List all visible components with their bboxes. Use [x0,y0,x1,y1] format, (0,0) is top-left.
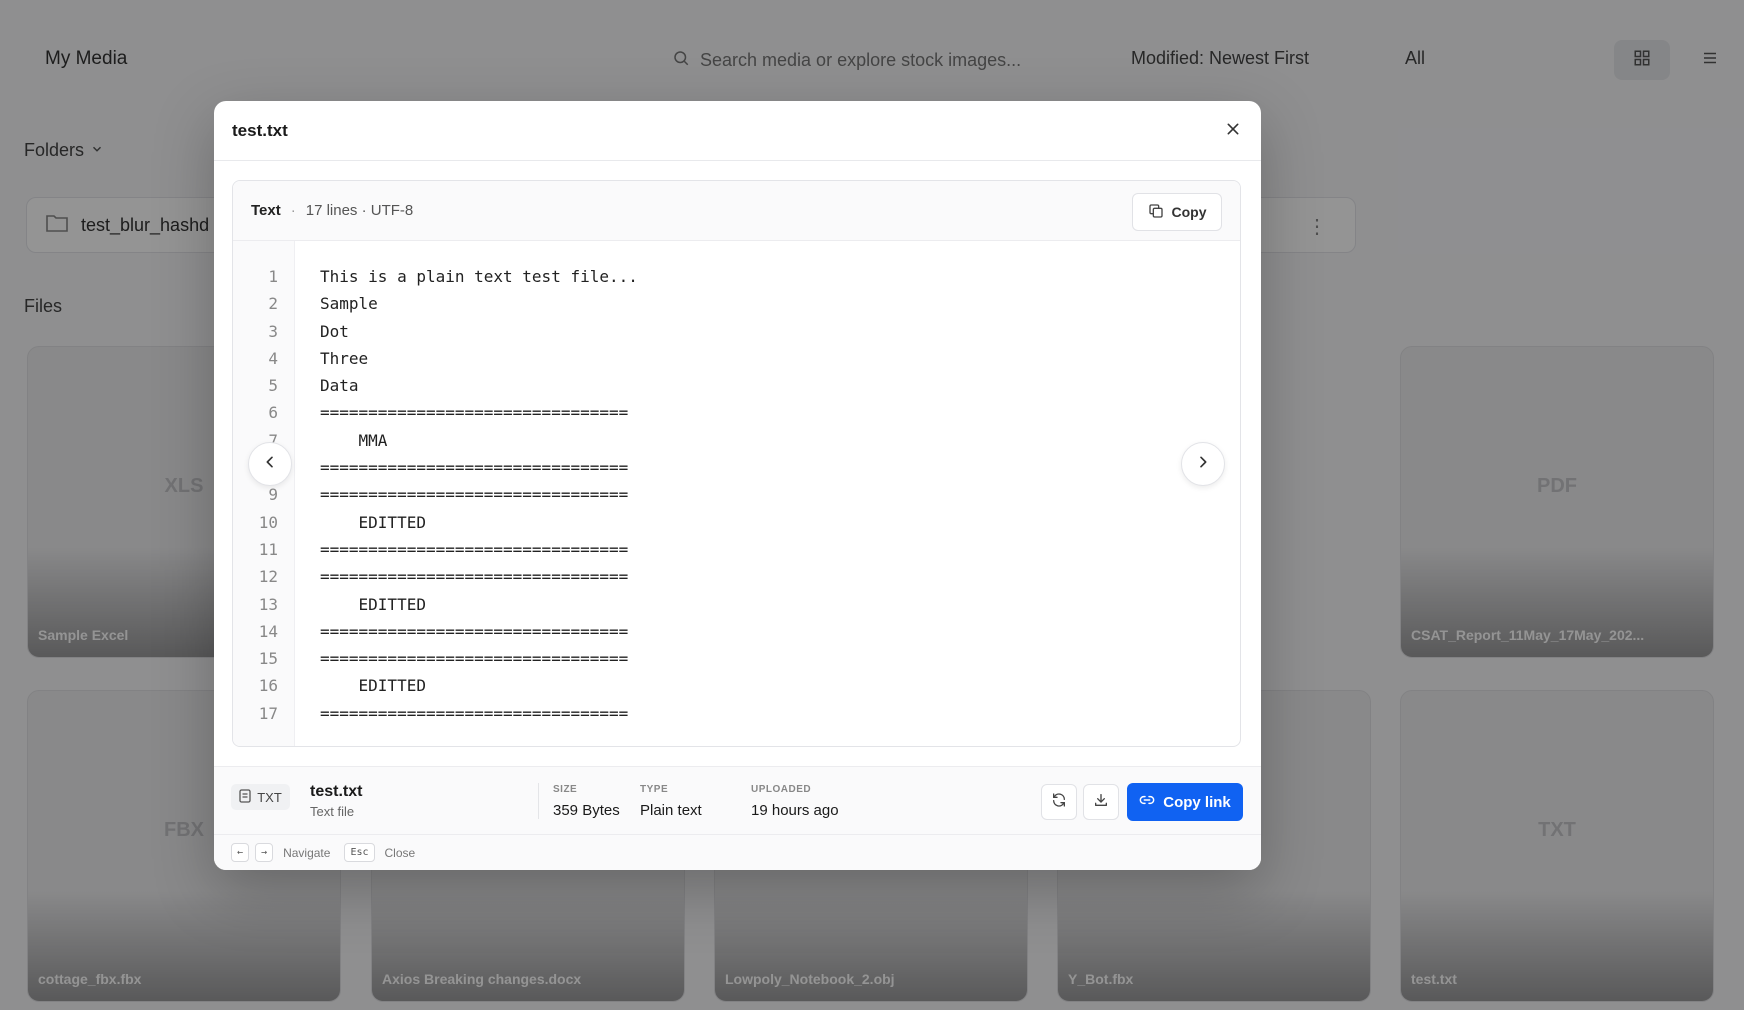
line-number: 1 [268,267,278,286]
close-icon [1225,121,1241,142]
line-number: 14 [258,621,278,641]
copy-label: Copy [1171,204,1207,220]
close-button[interactable] [1219,117,1247,145]
text-line: MMA [320,430,388,450]
file-type-badge-label: TXT [257,789,282,805]
download-button[interactable] [1083,784,1119,820]
text-line: ================================ [320,703,629,723]
line-number: 11 [258,539,278,559]
copy-link-button[interactable]: Copy link [1127,783,1243,821]
text-line: Data [320,376,359,396]
copy-text-button[interactable]: Copy [1132,193,1222,231]
type-label: TYPE [640,784,669,795]
text-line: ================================ [320,621,629,641]
replace-file-button[interactable] [1041,784,1077,820]
footer-file-desc: Text file [310,804,355,819]
viewer-separator: · [290,202,296,219]
line-number: 12 [258,567,278,587]
text-line: ================================ [320,403,629,423]
close-hint: Close [384,845,416,860]
text-line: This is a plain text test file... [320,267,638,286]
line-number: 10 [258,512,278,532]
viewer-kind: Text [251,202,281,219]
text-content[interactable]: This is a plain text test file... Sample D… [295,241,638,746]
link-icon [1139,792,1155,812]
text-line: EDITTED [320,594,426,614]
line-number: 17 [258,703,278,723]
footer-divider [538,783,539,819]
chevron-right-icon [1195,454,1211,475]
line-number: 13 [258,594,278,614]
size-value: 359 Bytes [553,802,620,819]
text-viewer: Text · 17 lines · UTF-8 Copy 12345678910… [232,180,1241,747]
line-number-gutter: 1234567891011121314151617 [233,241,295,746]
line-number: 9 [268,485,278,505]
type-value: Plain text [640,802,702,819]
next-file-button[interactable] [1181,442,1225,486]
text-line: Sample [320,294,378,314]
code-area[interactable]: 1234567891011121314151617 This is a plai… [233,241,1240,746]
right-arrow-key: → [255,843,274,862]
line-number: 15 [258,649,278,669]
copy-link-label: Copy link [1163,793,1231,811]
text-line: ================================ [320,567,629,587]
esc-key: Esc [344,843,375,862]
text-line: EDITTED [320,676,426,696]
uploaded-value: 19 hours ago [751,802,839,819]
chevron-left-icon [262,454,278,475]
modal-title: test.txt [232,121,288,140]
navigate-hint: Navigate [283,845,331,860]
line-number: 2 [268,294,278,314]
text-line: ================================ [320,458,629,478]
refresh-icon [1051,792,1067,813]
modal-header: test.txt [214,101,1261,161]
text-line: Three [320,348,369,368]
text-line: Dot [320,321,349,341]
line-number: 4 [268,348,278,368]
copy-icon [1148,203,1164,222]
footer-file-name: test.txt [310,783,363,800]
file-icon [239,788,251,806]
download-icon [1093,792,1109,813]
file-info-footer: TXT test.txt Text file SIZE 359 Bytes TY… [214,766,1261,834]
file-type-badge: TXT [231,784,290,810]
text-line: ================================ [320,649,629,669]
viewer-toolbar: Text · 17 lines · UTF-8 Copy [233,181,1240,241]
line-number: 3 [268,321,278,341]
uploaded-label: UPLOADED [751,784,812,795]
text-line: ================================ [320,539,629,559]
size-label: SIZE [553,784,578,795]
line-number: 16 [258,676,278,696]
text-line: ================================ [320,485,629,505]
keyboard-hints: ← → Navigate Esc Close [214,834,1261,870]
line-number: 6 [268,403,278,423]
previous-file-button[interactable] [248,442,292,486]
text-line: EDITTED [320,512,426,532]
line-number: 5 [268,376,278,396]
file-preview-modal: test.txt Text · 17 lines · UTF-8 Copy 12… [214,101,1261,870]
viewer-meta: 17 lines · UTF-8 [305,202,414,219]
left-arrow-key: ← [231,843,250,862]
